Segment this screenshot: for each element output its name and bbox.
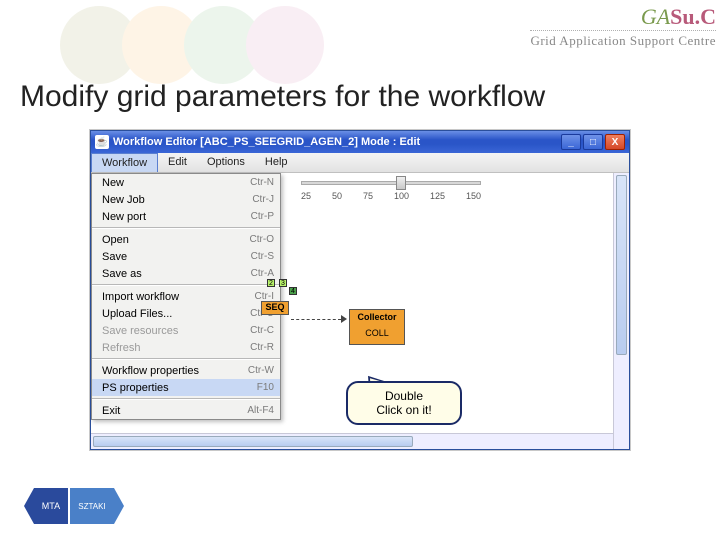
- zoom-slider-thumb[interactable]: [396, 176, 406, 190]
- vertical-scrollbar[interactable]: [613, 173, 629, 449]
- tick: 75: [363, 191, 373, 201]
- brand: GASu.C Grid Application Support Centre: [530, 4, 716, 49]
- tick: 150: [466, 191, 481, 201]
- horizontal-scrollbar[interactable]: [91, 433, 613, 449]
- menu-item-label: New: [102, 177, 250, 189]
- port[interactable]: 4: [289, 287, 297, 295]
- connector: [291, 319, 341, 320]
- footer-logo: MTA SZTAKI: [34, 488, 114, 524]
- zoom-ticks: 25 50 75 100 125 150: [301, 191, 481, 201]
- arrow-icon: [341, 315, 347, 323]
- port[interactable]: 3: [279, 279, 287, 287]
- brand-ga: GA: [641, 4, 670, 29]
- java-icon: ☕: [95, 135, 109, 149]
- brand-suc: Su.C: [670, 4, 716, 29]
- menu-item-shortcut: Ctr-P: [251, 211, 274, 222]
- node-seq[interactable]: SEQ: [261, 301, 289, 315]
- tick: 25: [301, 191, 311, 201]
- footer-logo-left: MTA: [34, 488, 70, 524]
- workflow-canvas[interactable]: SEQ 2 3 4 1 Collector COLL Double Click …: [91, 223, 629, 449]
- tick: 50: [332, 191, 342, 201]
- menu-item-shortcut: Ctr-N: [250, 177, 274, 188]
- node-collector[interactable]: Collector COLL: [349, 309, 405, 345]
- menu-help[interactable]: Help: [255, 153, 298, 172]
- tick: 100: [394, 191, 409, 201]
- menu-item-new-job[interactable]: New JobCtr-J: [92, 191, 280, 208]
- brand-subtitle: Grid Application Support Centre: [530, 30, 716, 49]
- slide-title: Modify grid parameters for the workflow: [20, 80, 545, 114]
- minimize-button[interactable]: _: [561, 134, 581, 150]
- menu-workflow[interactable]: Workflow: [91, 153, 158, 172]
- menu-item-label: New port: [102, 211, 251, 223]
- menu-item-new[interactable]: NewCtr-N: [92, 174, 280, 191]
- footer-logo-right: SZTAKI: [70, 488, 114, 524]
- titlebar[interactable]: ☕ Workflow Editor [ABC_PS_SEEGRID_AGEN_2…: [91, 131, 629, 153]
- content-area: 25 50 75 100 125 150 NewCtr-NNew JobCtr-…: [91, 173, 629, 449]
- callout-bubble: Double Click on it!: [346, 381, 462, 425]
- port[interactable]: 2: [267, 279, 275, 287]
- menu-item-shortcut: Ctr-J: [252, 194, 274, 205]
- workflow-editor-window: ☕ Workflow Editor [ABC_PS_SEEGRID_AGEN_2…: [90, 130, 630, 450]
- menu-options[interactable]: Options: [197, 153, 255, 172]
- tick: 125: [430, 191, 445, 201]
- menu-edit[interactable]: Edit: [158, 153, 197, 172]
- zoom-slider[interactable]: [301, 181, 481, 185]
- close-button[interactable]: X: [605, 134, 625, 150]
- window-title: Workflow Editor [ABC_PS_SEEGRID_AGEN_2] …: [113, 136, 561, 148]
- maximize-button[interactable]: □: [583, 134, 603, 150]
- menu-item-label: New Job: [102, 194, 252, 206]
- menubar: Workflow Edit Options Help: [91, 153, 629, 173]
